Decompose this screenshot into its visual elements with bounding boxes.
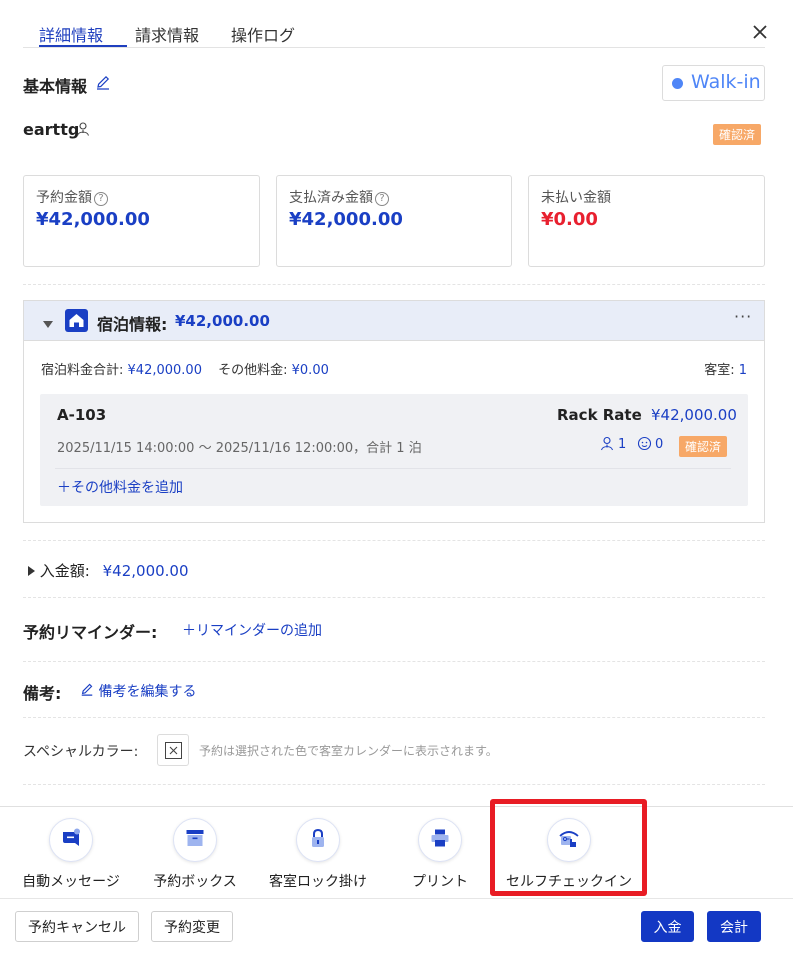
active-tab-indicator — [39, 45, 127, 47]
pencil-icon — [80, 683, 94, 700]
card-label: 支払済み金額 — [289, 190, 373, 206]
source-badge: Walk-in — [662, 65, 765, 101]
rooms-count: 1 — [738, 363, 747, 378]
rooms-label: 客室: — [704, 363, 735, 378]
home-icon — [65, 309, 88, 332]
divider — [23, 284, 765, 285]
special-color-label: スペシャルカラー: — [23, 744, 139, 760]
action-label: 自動メッセージ — [22, 874, 120, 890]
add-reminder-link[interactable]: ＋リマインダーの追加 — [182, 620, 322, 640]
card-value: ¥42,000.00 — [289, 209, 403, 230]
card-booking-amount: 予約金額? ¥42,000.00 — [23, 175, 260, 267]
card-value: ¥42,000.00 — [36, 209, 150, 230]
edit-notes-label: 備考を編集する — [98, 684, 197, 700]
other-charges-value: ¥0.00 — [291, 363, 329, 378]
child-count: 0 — [655, 437, 664, 452]
room-total-label: 宿泊料金合計: — [41, 363, 124, 378]
deposit-label: 入金額: — [39, 562, 90, 580]
checkout-button[interactable]: 会計 — [707, 911, 761, 942]
color-picker[interactable] — [157, 734, 189, 766]
deposit-toggle[interactable]: 入金額: ¥42,000.00 — [28, 560, 189, 581]
edit-notes-link[interactable]: 備考を編集する — [80, 681, 196, 701]
room-status-badge: 確認済 — [679, 436, 728, 457]
card-paid-amount: 支払済み金額? ¥42,000.00 — [276, 175, 512, 267]
person-icon — [75, 121, 91, 141]
auto-message-action[interactable]: 自動メッセージ — [14, 818, 128, 891]
add-other-charge-label: その他料金を追加 — [71, 480, 183, 496]
print-action[interactable]: プリント — [400, 818, 480, 891]
footer-divider — [0, 806, 793, 807]
source-dot-icon — [672, 78, 683, 89]
cancel-booking-button[interactable]: 予約キャンセル — [15, 911, 139, 942]
plus-icon: ＋ — [182, 623, 196, 639]
modify-booking-button[interactable]: 予約変更 — [151, 911, 233, 942]
deposit-amount: ¥42,000.00 — [102, 562, 189, 580]
divider — [23, 540, 765, 541]
guest-name: earttg — [23, 120, 80, 139]
divider — [23, 661, 765, 662]
tab-operation-log[interactable]: 操作ログ — [231, 22, 295, 46]
printer-icon — [430, 828, 450, 852]
no-color-icon — [165, 742, 182, 759]
room-card[interactable]: A-103 Rack Rate ¥42,000.00 2025/11/15 14… — [40, 394, 748, 506]
highlight-box — [490, 799, 647, 896]
notes-label: 備考: — [23, 684, 62, 703]
close-icon[interactable] — [750, 22, 770, 42]
room-price: ¥42,000.00 — [651, 406, 737, 424]
status-badge: 確認済 — [713, 124, 762, 145]
add-other-charge-link[interactable]: ＋その他料金を追加 — [57, 477, 183, 497]
room-lock-action[interactable]: 客室ロック掛け — [264, 818, 372, 891]
lock-icon — [308, 828, 328, 852]
adult-icon — [600, 436, 614, 455]
stay-panel-header[interactable]: 宿泊情報: ¥42,000.00 ··· — [24, 301, 764, 341]
divider — [55, 468, 731, 469]
room-total-value: ¥42,000.00 — [127, 363, 202, 378]
special-color-hint: 予約は選択された色で客室カレンダーに表示されます。 — [199, 744, 498, 758]
card-label: 未払い金額 — [541, 190, 611, 206]
caret-right-icon — [28, 562, 35, 580]
tab-billing[interactable]: 請求情報 — [135, 22, 199, 46]
reminder-label: 予約リマインダー: — [23, 623, 158, 642]
action-label: プリント — [412, 874, 468, 890]
divider — [23, 784, 765, 785]
action-label: 予約ボックス — [153, 874, 237, 890]
card-label: 予約金額 — [36, 190, 92, 206]
chat-icon — [61, 828, 81, 852]
box-icon — [185, 828, 205, 852]
stay-panel: 宿泊情報: ¥42,000.00 ··· 宿泊料金合計: ¥42,000.00 … — [23, 300, 765, 523]
caret-down-icon[interactable] — [43, 317, 53, 333]
more-icon[interactable]: ··· — [734, 307, 752, 326]
card-value: ¥0.00 — [541, 209, 598, 230]
stay-header-amount: ¥42,000.00 — [175, 312, 270, 330]
adult-count: 1 — [618, 437, 627, 452]
action-label: 客室ロック掛け — [269, 874, 367, 890]
stay-header-label: 宿泊情報: — [97, 315, 168, 334]
stay-dates: 2025/11/15 14:00:00 ～ 2025/11/16 12:00:0… — [57, 441, 422, 456]
footer-divider — [0, 898, 793, 899]
tab-details[interactable]: 詳細情報 — [39, 22, 103, 46]
child-icon — [637, 436, 652, 455]
tab-bar: 詳細情報 請求情報 操作ログ — [23, 0, 765, 48]
rate-plan: Rack Rate — [557, 406, 642, 424]
edit-icon[interactable] — [95, 74, 111, 94]
section-title-basic-info: 基本情報 — [23, 77, 88, 96]
divider — [23, 717, 765, 718]
help-icon[interactable]: ? — [94, 192, 108, 206]
payment-button[interactable]: 入金 — [641, 911, 694, 942]
source-label: Walk-in — [691, 71, 761, 93]
add-reminder-label: リマインダーの追加 — [196, 623, 322, 639]
plus-icon: ＋ — [57, 480, 71, 496]
help-icon[interactable]: ? — [375, 192, 389, 206]
room-name: A-103 — [57, 406, 107, 424]
other-charges-label: その他料金: — [218, 363, 288, 378]
card-unpaid-amount: 未払い金額 ¥0.00 — [528, 175, 765, 267]
divider — [23, 597, 765, 598]
booking-box-action[interactable]: 予約ボックス — [145, 818, 245, 891]
